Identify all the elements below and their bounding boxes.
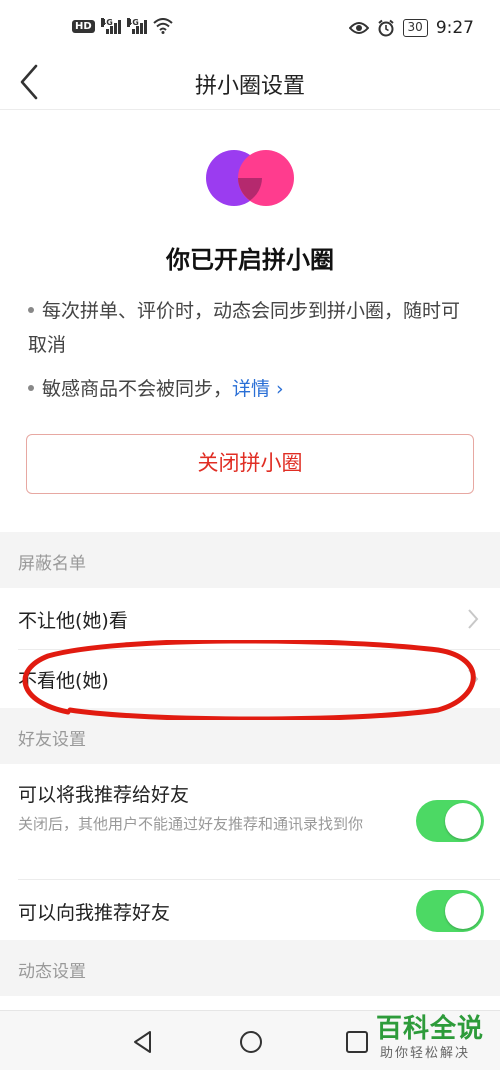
- recommend-me-toggle[interactable]: [416, 800, 484, 842]
- hero-title: 你已开启拼小圈: [166, 246, 334, 274]
- row-label: 不让他(她)看: [18, 610, 128, 632]
- nav-header: 拼小圈设置: [0, 56, 500, 110]
- chevron-right-icon: [468, 669, 479, 689]
- signal-icon: 4G: [100, 18, 121, 34]
- row-label: 可以将我推荐给好友: [18, 784, 190, 806]
- section-header-moments-settings: 动态设置: [0, 940, 500, 996]
- status-time: 9:27: [435, 18, 474, 38]
- bullet-sync-info: 每次拼单、评价时，动态会同步到拼小圈，随时可取消: [28, 300, 461, 356]
- watermark-title: 百科全说: [376, 1014, 485, 1044]
- nav-back-icon[interactable]: [130, 1029, 156, 1055]
- alarm-icon: [377, 19, 394, 37]
- row-label: 不看他(她): [18, 670, 109, 692]
- hd-badge: HD: [72, 19, 95, 33]
- toggle-knob: [445, 803, 481, 839]
- detail-link[interactable]: 详情 ›: [232, 378, 284, 400]
- row-hide-from[interactable]: 不让他(她)看: [0, 588, 500, 650]
- page-title: 拼小圈设置: [194, 74, 305, 99]
- wifi-icon: [153, 18, 173, 34]
- toggle-knob: [445, 893, 481, 929]
- row-label: 可以向我推荐好友: [18, 902, 171, 924]
- status-right: 30 9:27: [348, 18, 474, 38]
- row-sublabel: 关闭后，其他用户不能通过好友推荐和通讯录找到你: [18, 815, 364, 833]
- watermark-logo: 百科全说 助你轻松解决: [372, 1006, 498, 1070]
- row-recommend-me: 可以将我推荐给好友 关闭后，其他用户不能通过好友推荐和通讯录找到你: [0, 764, 500, 880]
- watermark-subtitle: 助你轻松解决: [380, 1046, 471, 1061]
- row-hide-their[interactable]: 不看他(她): [0, 650, 500, 708]
- recommend-to-me-toggle[interactable]: [416, 890, 484, 932]
- eye-icon: [348, 22, 369, 34]
- close-pinxiaoquan-button[interactable]: 关闭拼小圈: [26, 434, 474, 494]
- bullet-dot: [28, 306, 34, 313]
- nav-home-icon[interactable]: [238, 1029, 264, 1055]
- status-bar: HD 4G 4G 30 9:27: [0, 0, 500, 56]
- section-header-block-list: 屏蔽名单: [0, 532, 500, 588]
- bullet-sensitive-info: 敏感商品不会被同步，详情 ›: [28, 372, 478, 406]
- section-header-friend-settings: 好友设置: [0, 708, 500, 764]
- battery-indicator: 30: [402, 19, 428, 37]
- signal-icon-2: 4G: [126, 18, 147, 34]
- bullet-dot: [28, 384, 34, 391]
- pinxiaoquan-logo-icon: [206, 150, 294, 206]
- status-left: HD 4G 4G: [72, 18, 173, 34]
- nav-recent-apps-icon[interactable]: [344, 1029, 370, 1055]
- chevron-right-icon: [468, 609, 479, 629]
- row-recommend-to-me: 可以向我推荐好友: [0, 880, 500, 940]
